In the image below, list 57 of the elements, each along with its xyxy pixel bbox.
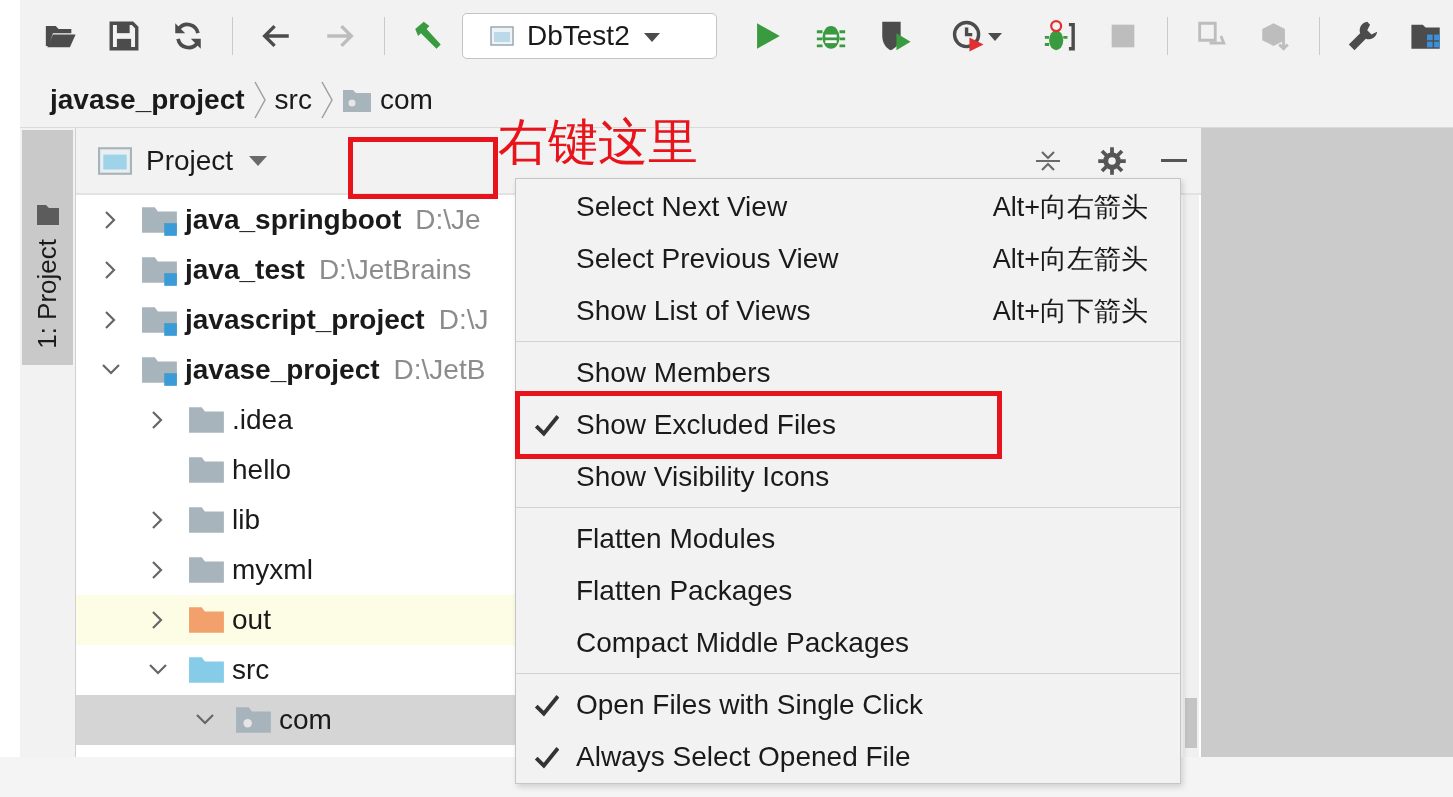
menu-item[interactable]: Flatten Packages — [516, 565, 1180, 617]
tree-item-label[interactable]: com — [279, 704, 332, 736]
folder-icon — [188, 604, 226, 636]
module-folder-icon — [141, 354, 179, 386]
tree-item-label[interactable]: out — [232, 604, 271, 636]
view-selector[interactable]: Project — [98, 144, 270, 177]
breadcrumb-item[interactable]: javase_project — [50, 83, 245, 116]
menu-item[interactable]: Open Files with Single Click — [516, 679, 1180, 731]
module-folder-icon — [141, 304, 179, 336]
tree-item-label[interactable]: java_test — [185, 254, 305, 286]
tree-item-label[interactable]: lib — [232, 504, 260, 536]
package-folder-icon — [235, 704, 273, 736]
folder-icon — [188, 454, 226, 486]
window-icon — [489, 24, 515, 48]
menu-item[interactable]: Select Previous View Alt+向左箭头 — [516, 233, 1180, 285]
chevron-separator-icon — [319, 79, 334, 120]
menu-item[interactable]: Select Next View Alt+向右箭头 — [516, 181, 1180, 233]
scrollbar-thumb[interactable] — [1185, 698, 1197, 748]
folder-icon — [34, 203, 61, 228]
settings-icon[interactable] — [1097, 145, 1127, 176]
module-path: D:\J — [438, 304, 489, 336]
chevron-separator-icon — [252, 79, 267, 120]
wrench-icon[interactable] — [1346, 19, 1380, 53]
bug-icon[interactable] — [1042, 19, 1076, 53]
collapse-icon[interactable] — [1033, 148, 1063, 173]
menu-item[interactable]: Show Members — [516, 347, 1180, 399]
tree-item-label[interactable]: java_springboot — [185, 204, 402, 236]
menu-item[interactable]: Compact Middle Packages — [516, 617, 1180, 669]
checkmark-icon — [533, 412, 559, 438]
tree-item-label[interactable]: hello — [232, 454, 292, 486]
module-path: D:\JetB — [393, 354, 486, 386]
folder-icon — [188, 504, 226, 536]
breadcrumb-item[interactable]: com — [379, 83, 433, 116]
tree-item-label[interactable]: javase_project — [185, 354, 380, 386]
menu-item[interactable]: Show List of Views Alt+向下箭头 — [516, 285, 1180, 337]
checkmark-icon — [533, 692, 559, 718]
tree-item-label[interactable]: src — [232, 654, 270, 686]
module-folder-icon — [141, 254, 179, 286]
tree-item-label[interactable]: javascript_project — [185, 304, 425, 336]
checkmark-icon — [533, 744, 559, 770]
tree-item-label[interactable]: myxml — [232, 554, 313, 586]
menu-item[interactable]: Always Select Opened File — [516, 731, 1180, 783]
run-configuration-dropdown[interactable]: DbTest2 — [462, 13, 717, 59]
clock-icon[interactable] — [951, 19, 985, 53]
module-folder-icon — [141, 204, 179, 236]
folder-icon — [188, 554, 226, 586]
annotation-text: 右键这里 — [498, 112, 698, 172]
folder-icon — [188, 654, 226, 686]
project-tool-tab[interactable]: 1: Project — [22, 130, 73, 365]
window-icon — [98, 146, 132, 175]
module-path: D:\JetBrains — [318, 254, 472, 286]
module-path: D:\Je — [415, 204, 481, 236]
folder-icon — [188, 404, 226, 436]
tree-item-label[interactable]: .idea — [232, 404, 293, 436]
menu-item[interactable]: Show Visibility Icons — [516, 451, 1180, 503]
breadcrumb-item[interactable]: src — [274, 83, 312, 116]
menu-item[interactable]: Flatten Modules — [516, 513, 1180, 565]
